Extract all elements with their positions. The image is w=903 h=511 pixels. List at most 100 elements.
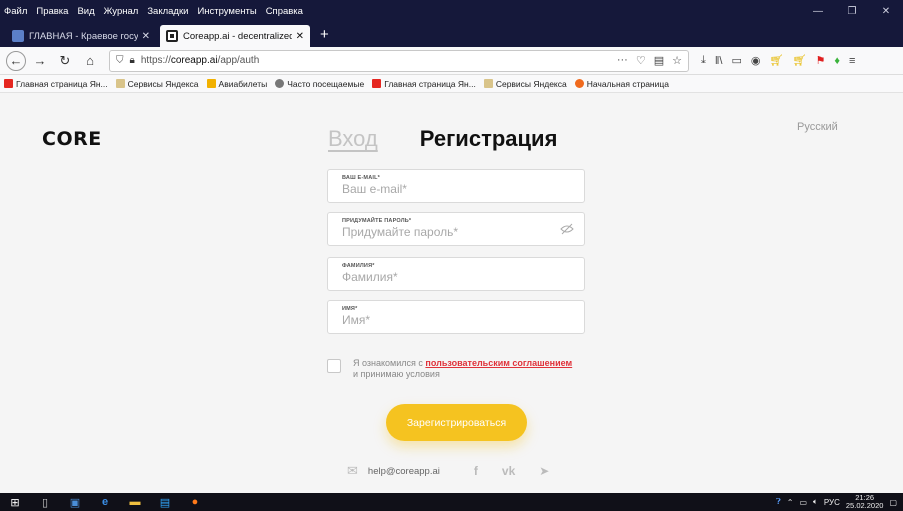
email-input[interactable]: Ваш e-mail* bbox=[342, 182, 584, 196]
cart-icon[interactable]: 🛒︎ bbox=[770, 54, 784, 67]
password-input[interactable]: Придумайте пароль* bbox=[342, 225, 584, 239]
register-button[interactable]: Зарегистрироваться bbox=[386, 404, 527, 441]
url-text: https://coreapp.ai/app/auth bbox=[140, 55, 260, 66]
app-icon[interactable]: ▣ bbox=[60, 493, 90, 511]
site-icon bbox=[12, 30, 24, 42]
browser-menubar: Файл Правка Вид Журнал Закладки Инструме… bbox=[0, 0, 903, 22]
menu-list: Файл Правка Вид Журнал Закладки Инструме… bbox=[0, 6, 312, 17]
agree-checkbox[interactable] bbox=[327, 359, 341, 373]
close-tab-icon[interactable]: ✕ bbox=[296, 31, 304, 42]
tab-label: Coreapp.ai - decentralized onli bbox=[183, 30, 292, 42]
vk-icon[interactable]: vk bbox=[502, 464, 515, 478]
tab-glavnaya[interactable]: ГЛАВНАЯ - Краевое государс ✕ bbox=[6, 25, 156, 47]
lastname-field[interactable]: ФАМИЛИЯ* Фамилия* bbox=[327, 257, 585, 291]
windows-taskbar: ⊞ ▯ ▣ e ▬ ▤ ● ❓︎ ⌃ ▭ 🔈︎ РУС 21:26 25.02.… bbox=[0, 493, 903, 511]
auth-tabs: Вход Регистрация bbox=[328, 126, 557, 152]
bookmark-yandex-services-2[interactable]: Сервисы Яндекса bbox=[483, 79, 567, 89]
photoshop-icon[interactable]: ▤ bbox=[150, 493, 180, 511]
account-icon[interactable]: ◉ bbox=[751, 54, 761, 67]
system-tray: ❓︎ ⌃ ▭ 🔈︎ РУС 21:26 25.02.2020 ▢ bbox=[776, 494, 903, 510]
extension-icon[interactable]: ♦ bbox=[834, 55, 840, 67]
shield-icon[interactable]: ⛉ bbox=[116, 55, 124, 66]
tab-register[interactable]: Регистрация bbox=[420, 126, 558, 152]
new-tab-button[interactable]: + bbox=[314, 25, 335, 47]
password-label: ПРИДУМАЙТЕ ПАРОЛЬ* bbox=[342, 218, 412, 224]
menu-edit[interactable]: Правка bbox=[36, 6, 68, 17]
agreement: Я ознакомился с пользовательским соглаше… bbox=[327, 358, 572, 380]
telegram-icon[interactable]: ➤ bbox=[539, 464, 549, 478]
notifications-icon[interactable]: ▢ bbox=[889, 498, 897, 507]
more-actions-icon[interactable]: ··· bbox=[617, 54, 628, 67]
yandex-icon bbox=[372, 79, 382, 88]
input-language[interactable]: РУС bbox=[824, 498, 840, 507]
lock-icon[interactable]: 🔒︎ bbox=[130, 55, 135, 66]
support-email[interactable]: help@coreapp.ai bbox=[368, 466, 440, 477]
home-button[interactable]: ⌂ bbox=[79, 50, 101, 72]
windows-start-icon[interactable]: ⊞ bbox=[0, 493, 30, 511]
menu-view[interactable]: Вид bbox=[77, 6, 94, 17]
bookmark-start-page[interactable]: Начальная страница bbox=[574, 79, 669, 89]
tab-login[interactable]: Вход bbox=[328, 126, 378, 152]
maximize-icon[interactable]: ❐ bbox=[835, 6, 869, 17]
close-icon[interactable]: ✕ bbox=[869, 6, 903, 17]
plane-icon bbox=[206, 79, 216, 88]
email-field[interactable]: ВАШ E-MAIL* Ваш e-mail* bbox=[327, 169, 585, 203]
auth-page: CORE Русский Вход Регистрация ВАШ E-MAIL… bbox=[0, 93, 903, 493]
tab-bar: ГЛАВНАЯ - Краевое государс ✕ Coreapp.ai … bbox=[0, 22, 903, 47]
volume-icon[interactable]: 🔈︎ bbox=[813, 497, 818, 507]
firefox-taskbar-icon[interactable]: ● bbox=[180, 493, 210, 511]
tab-coreapp[interactable]: Coreapp.ai - decentralized onli ✕ bbox=[160, 25, 310, 47]
navigation-bar: ← → ↻ ⌂ ⛉ 🔒︎ https://coreapp.ai/app/auth… bbox=[0, 47, 903, 75]
sidebar-icon[interactable]: ▭ bbox=[731, 54, 741, 67]
menu-tools[interactable]: Инструменты bbox=[197, 6, 256, 17]
flag-icon[interactable]: ⚑ bbox=[815, 54, 825, 67]
close-tab-icon[interactable]: ✕ bbox=[142, 31, 150, 42]
menu-help[interactable]: Справка bbox=[266, 6, 303, 17]
clock[interactable]: 21:26 25.02.2020 bbox=[846, 494, 884, 510]
password-field[interactable]: ПРИДУМАЙТЕ ПАРОЛЬ* Придумайте пароль* bbox=[327, 212, 585, 246]
menu-bookmarks[interactable]: Закладки bbox=[147, 6, 188, 17]
hide-password-icon[interactable] bbox=[560, 223, 574, 238]
facebook-icon[interactable]: f bbox=[474, 464, 478, 478]
firstname-field[interactable]: ИМЯ* Имя* bbox=[327, 300, 585, 334]
language-selector[interactable]: Русский bbox=[797, 121, 838, 133]
forward-button[interactable]: → bbox=[29, 50, 51, 72]
back-button[interactable]: ← bbox=[6, 50, 26, 71]
firstname-label: ИМЯ* bbox=[342, 306, 358, 312]
terms-link[interactable]: пользовательским соглашением bbox=[425, 358, 572, 368]
menu-icon[interactable]: ≡ bbox=[849, 55, 855, 67]
bookmark-avia[interactable]: Авиабилеты bbox=[206, 79, 267, 89]
network-icon[interactable]: ▭ bbox=[799, 498, 807, 507]
cart-icon[interactable]: 🛒︎ bbox=[792, 54, 806, 67]
library-icon[interactable]: ‖\ bbox=[715, 55, 723, 67]
bookmark-star-icon[interactable]: ☆ bbox=[672, 54, 682, 67]
core-icon bbox=[166, 30, 178, 42]
reload-button[interactable]: ↻ bbox=[54, 50, 76, 72]
toolbar-icons: ⤓ ‖\ ▭ ◉ 🛒︎ 🛒︎ ⚑ ♦ ≡ bbox=[701, 54, 855, 67]
folder-icon bbox=[115, 79, 125, 88]
firstname-input[interactable]: Имя* bbox=[342, 313, 584, 327]
menu-history[interactable]: Журнал bbox=[104, 6, 139, 17]
edge-icon[interactable]: e bbox=[90, 493, 120, 511]
agreement-text: Я ознакомился с пользовательским соглаше… bbox=[353, 358, 573, 379]
url-bar[interactable]: ⛉ 🔒︎ https://coreapp.ai/app/auth ··· ♡ ▤… bbox=[109, 49, 689, 72]
tray-chevron-icon[interactable]: ⌃ bbox=[787, 498, 794, 507]
bookmark-yandex-services[interactable]: Сервисы Яндекса bbox=[115, 79, 199, 89]
menu-file[interactable]: Файл bbox=[4, 6, 27, 17]
bookmarks-bar: Главная страница Ян... Сервисы Яндекса А… bbox=[0, 75, 903, 93]
url-actions: ··· ♡ ▤ ☆ bbox=[617, 54, 682, 67]
explorer-icon[interactable]: ▬ bbox=[120, 493, 150, 511]
reader-icon[interactable]: ▤ bbox=[654, 54, 664, 67]
lastname-input[interactable]: Фамилия* bbox=[342, 270, 584, 284]
bookmark-yandex-home[interactable]: Главная страница Ян... bbox=[4, 79, 108, 89]
pocket-icon[interactable]: ♡ bbox=[636, 54, 646, 67]
core-logo[interactable]: CORE bbox=[42, 128, 102, 150]
help-icon[interactable]: ❓︎ bbox=[776, 497, 781, 507]
download-icon[interactable]: ⤓ bbox=[701, 54, 706, 67]
minimize-icon[interactable]: — bbox=[801, 6, 835, 17]
bookmark-yandex-home-2[interactable]: Главная страница Ян... bbox=[372, 79, 476, 89]
bookmark-most-visited[interactable]: Часто посещаемые bbox=[275, 79, 364, 89]
email-label: ВАШ E-MAIL* bbox=[342, 175, 381, 181]
task-view-icon[interactable]: ▯ bbox=[30, 493, 60, 511]
yandex-icon bbox=[4, 79, 13, 88]
